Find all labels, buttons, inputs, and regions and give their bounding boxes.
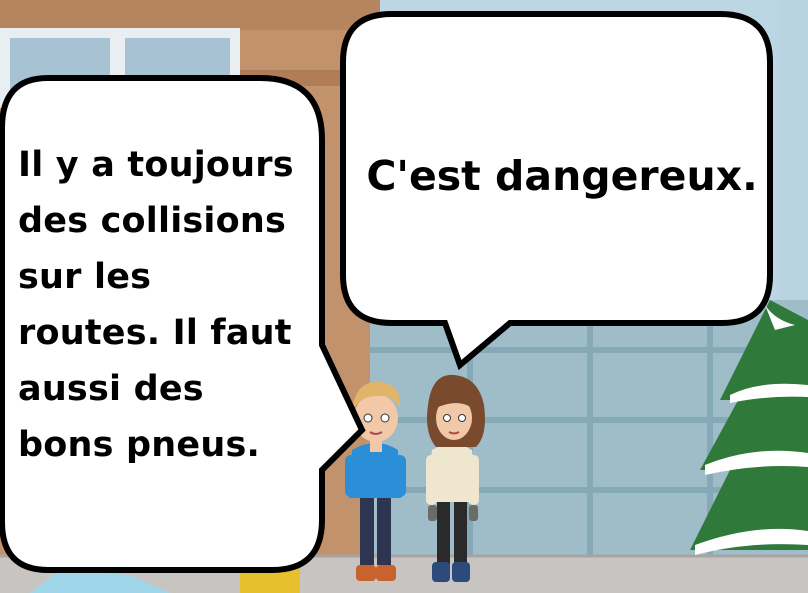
right-bubble-text: C'est dangereux. bbox=[366, 152, 758, 200]
cartoon-scene: Il y a toujours des collisions sur les r… bbox=[0, 0, 808, 593]
left-bubble-text: Il y a toujours des collisions sur les r… bbox=[18, 145, 294, 465]
